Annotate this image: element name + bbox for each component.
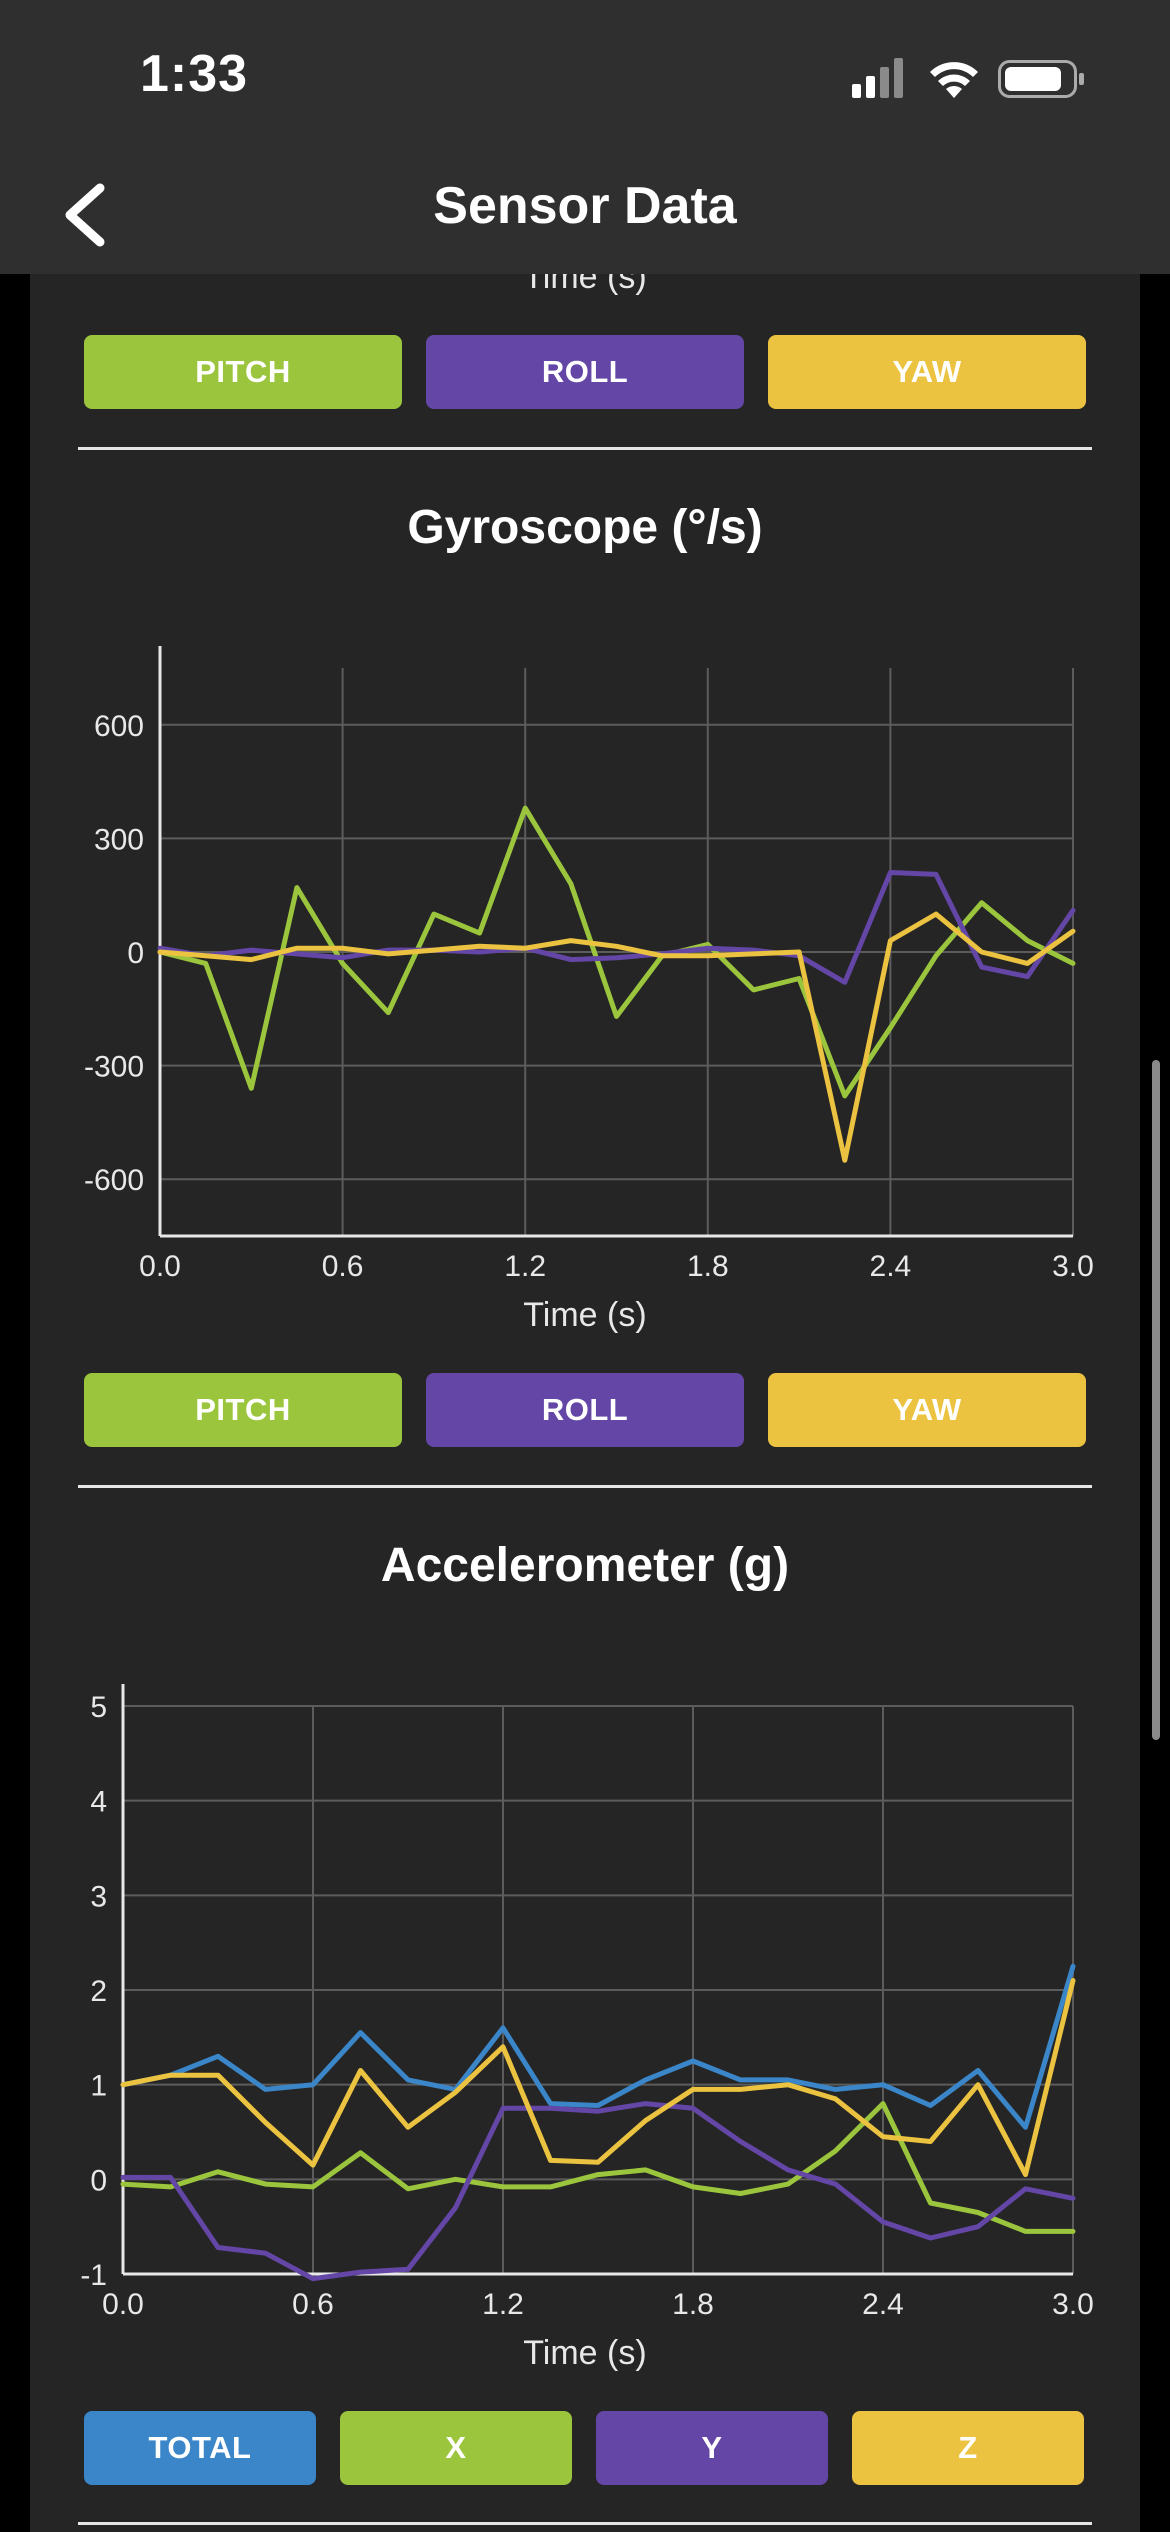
x-tick-label: 1.8 <box>672 2288 714 2321</box>
page-title: Sensor Data <box>433 177 737 235</box>
x-tick-label: 0.6 <box>292 2288 334 2321</box>
y-tick-label: -1 <box>80 2259 107 2292</box>
x-axis-title: Time (s) <box>523 1296 646 1334</box>
legend-z-button[interactable]: Z <box>852 2411 1084 2485</box>
x-tick-label: 0.6 <box>322 1250 364 1283</box>
battery-icon <box>998 60 1084 98</box>
legend-roll-button[interactable]: ROLL <box>426 1373 744 1447</box>
prev-chart-legend: PITCH ROLL YAW <box>84 335 1086 409</box>
x-tick-label: 1.2 <box>482 2288 524 2321</box>
y-tick-label: -300 <box>84 1051 144 1084</box>
y-tick-label: 3 <box>90 1880 107 1913</box>
x-tick-label: 2.4 <box>862 2288 904 2321</box>
legend-roll-button[interactable]: ROLL <box>426 335 744 409</box>
accelerometer-legend: TOTAL X Y Z <box>84 2411 1084 2485</box>
legend-yaw-button[interactable]: YAW <box>768 1373 1086 1447</box>
legend-total-button[interactable]: TOTAL <box>84 2411 316 2485</box>
scrollbar[interactable] <box>1152 1060 1160 1740</box>
accelerometer-title: Accelerometer (g) <box>380 1539 790 1592</box>
prev-chart-x-axis-label: Time (s) <box>523 274 647 296</box>
y-tick-label: 2 <box>90 1975 107 2008</box>
gyroscope-chart: 0.0 0.6 1.2 1.8 2.4 3.0 600 300 0 -300 -600 Time (s… <box>84 646 1094 1334</box>
y-tick-label: 1 <box>90 2070 107 2103</box>
x-tick-label: 1.2 <box>504 1250 546 1283</box>
y-tick-label: 5 <box>90 1691 107 1724</box>
y-tick-label: 0 <box>90 2164 107 2197</box>
legend-y-button[interactable]: Y <box>596 2411 828 2485</box>
y-tick-label: 600 <box>94 710 144 743</box>
section-divider <box>78 447 1092 450</box>
legend-x-button[interactable]: X <box>340 2411 572 2485</box>
gyroscope-legend: PITCH ROLL YAW <box>84 1373 1086 1447</box>
gyroscope-title: Gyroscope (°/s) <box>407 501 763 554</box>
x-tick-label: 0.0 <box>102 2288 144 2321</box>
x-tick-label: 0.0 <box>139 1250 181 1283</box>
y-tick-label: 0 <box>127 937 144 970</box>
section-divider <box>78 2522 1092 2525</box>
x-tick-label: 2.4 <box>870 1250 912 1283</box>
wifi-icon <box>930 62 978 98</box>
section-divider <box>78 1485 1092 1488</box>
series-line-z <box>120 1978 1076 2178</box>
y-tick-label: -600 <box>84 1164 144 1197</box>
status-time: 1:33 <box>140 45 249 103</box>
nav-bar: Sensor Data <box>0 150 1170 274</box>
sensor-scroll-content[interactable]: Time (s) PITCH ROLL YAW Gyroscope (°/s) … <box>30 274 1140 2532</box>
y-tick-label: 4 <box>90 1786 107 1819</box>
series-line-y <box>120 2101 1076 2282</box>
legend-pitch-button[interactable]: PITCH <box>84 335 402 409</box>
status-bar: 1:33 <box>0 0 1170 150</box>
x-tick-label: 1.8 <box>687 1250 729 1283</box>
y-tick-label: 300 <box>94 823 144 856</box>
x-axis-title: Time (s) <box>523 2334 646 2372</box>
legend-pitch-button[interactable]: PITCH <box>84 1373 402 1447</box>
x-tick-label: 3.0 <box>1052 1250 1094 1283</box>
cellular-signal-icon <box>852 58 903 98</box>
legend-yaw-button[interactable]: YAW <box>768 335 1086 409</box>
x-tick-label: 3.0 <box>1052 2288 1094 2321</box>
accelerometer-chart: 0.0 0.6 1.2 1.8 2.4 3.0 5 4 3 2 1 0 -1 Time (s) <box>80 1684 1094 2372</box>
status-icons <box>852 58 1084 98</box>
